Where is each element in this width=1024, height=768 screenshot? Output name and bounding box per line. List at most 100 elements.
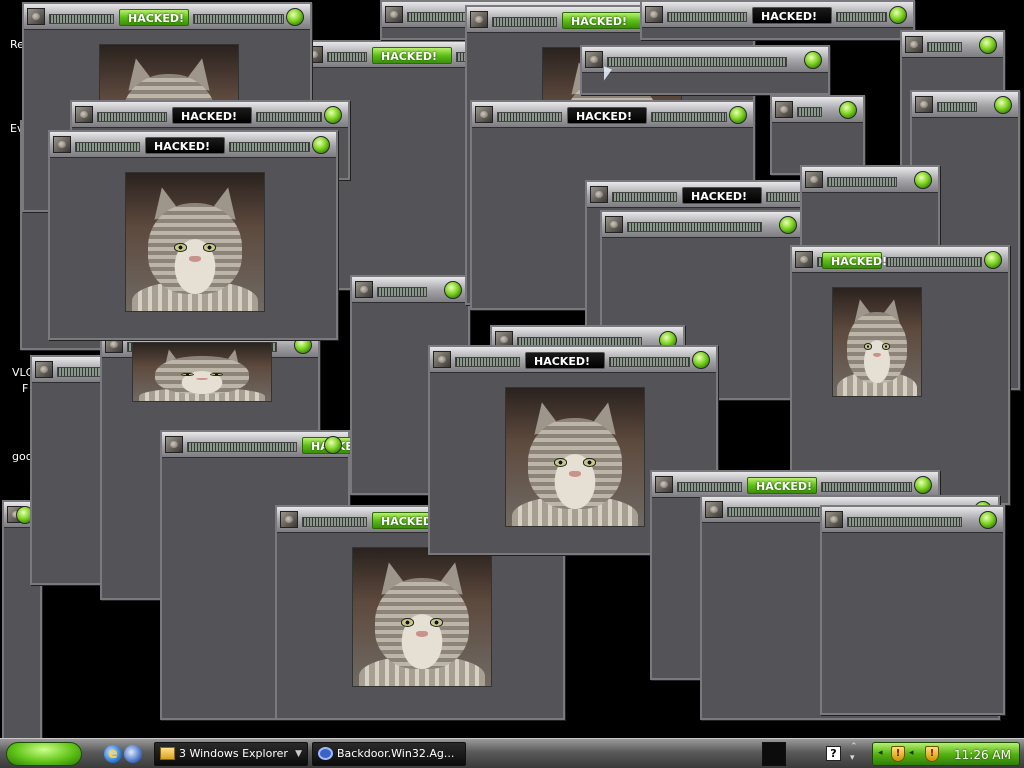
titlebar-grille (827, 177, 897, 187)
tray-expand-icon[interactable]: ◂ (878, 748, 883, 758)
titlebar-grille (627, 222, 762, 232)
close-button[interactable] (979, 511, 997, 529)
cat-window-icon (915, 96, 933, 113)
close-button[interactable] (324, 106, 342, 124)
close-button[interactable] (979, 36, 997, 54)
popup-titlebar[interactable]: HACKED! (792, 247, 1008, 273)
hacked-popup-window[interactable] (580, 45, 830, 95)
popup-titlebar[interactable] (902, 32, 1003, 58)
cat-window-icon (705, 501, 723, 518)
start-button[interactable] (6, 742, 82, 766)
cat-window-icon (385, 6, 403, 23)
cat-window-icon (27, 8, 45, 25)
close-button[interactable] (914, 171, 932, 189)
popup-titlebar[interactable] (582, 47, 828, 73)
popup-titlebar[interactable] (802, 167, 938, 193)
taskbar-button-explorer[interactable]: 3 Windows Explorer ▼ (154, 742, 308, 766)
desktop-icon-label[interactable]: F (22, 382, 28, 395)
popup-titlebar[interactable]: HACKED! (642, 2, 913, 28)
popup-titlebar[interactable]: HACKED! (472, 102, 753, 128)
popup-titlebar[interactable]: HACKED! (72, 102, 348, 128)
cat-eye (181, 372, 195, 377)
close-button[interactable] (729, 106, 747, 124)
titlebar-grille (187, 442, 297, 452)
shield-alert-icon[interactable]: ! (925, 746, 939, 762)
desktop: Re Ev VLC F goo HACKED! HACKED! HACKED! HAC… (0, 0, 1024, 738)
titlebar-grille (302, 517, 367, 527)
popup-titlebar[interactable]: HACKED! (162, 432, 372, 458)
popup-titlebar[interactable] (602, 212, 803, 238)
popup-titlebar[interactable]: HACKED! (24, 4, 310, 30)
titlebar-grille (677, 482, 742, 492)
close-button[interactable] (914, 476, 932, 494)
close-button[interactable] (312, 136, 330, 154)
cat-window-icon (470, 11, 488, 28)
titlebar-grille (327, 52, 367, 62)
internet-explorer-icon[interactable]: e (104, 745, 122, 763)
titlebar-grille (193, 14, 284, 24)
cat-eye (202, 243, 216, 252)
popup-titlebar[interactable]: HACKED! (430, 347, 716, 373)
hacked-title-label: HACKED! (567, 107, 647, 124)
cat-nose (873, 353, 881, 358)
taskbar-button-label: 3 Windows Explorer (179, 747, 288, 760)
cat-head (528, 418, 622, 510)
titlebar-grille (651, 112, 727, 122)
cat-window-icon (53, 136, 71, 153)
cat-eye (863, 343, 873, 350)
cat-eye (429, 618, 443, 627)
popup-titlebar[interactable] (912, 92, 1018, 118)
titlebar-grille (497, 112, 562, 122)
popup-titlebar[interactable] (772, 97, 863, 123)
close-button[interactable] (889, 6, 907, 24)
popup-titlebar[interactable] (822, 507, 1003, 533)
tabby-cat-photo (352, 547, 492, 687)
titlebar-grille (847, 517, 962, 527)
close-button[interactable] (779, 216, 797, 234)
cat-window-icon (355, 281, 373, 298)
close-button[interactable] (994, 96, 1012, 114)
cat-window-icon (433, 351, 451, 368)
cat-eye (209, 372, 223, 377)
cat-head (148, 203, 242, 295)
chevron-down-icon: ▼ (295, 749, 302, 759)
titlebar-grille (609, 357, 690, 367)
popup-titlebar[interactable]: HACKED! (50, 132, 336, 158)
taskbar-button-hidden[interactable] (762, 742, 786, 766)
hacked-popup-window[interactable]: HACKED! (48, 130, 338, 340)
cat-nose (569, 471, 581, 477)
popup-titlebar[interactable] (352, 277, 468, 303)
close-button[interactable] (984, 251, 1002, 269)
cat-window-icon (825, 511, 843, 528)
hacked-title-label: HACKED! (172, 107, 252, 124)
shield-alert-icon[interactable]: ! (891, 746, 905, 762)
cat-head (155, 355, 249, 395)
close-button[interactable] (444, 281, 462, 299)
tray-chevron-icon[interactable]: ⌃ ▾ (850, 742, 858, 764)
hacked-popup-window[interactable]: HACKED! (640, 0, 915, 40)
cat-eye (174, 243, 188, 252)
hacked-popup-window[interactable] (770, 95, 865, 175)
hacked-popup-window[interactable]: HACKED! (790, 245, 1010, 505)
tray-expand-icon[interactable]: ◂ (909, 748, 914, 758)
hacked-title-label: HACKED! (525, 352, 605, 369)
titlebar-grille (97, 112, 167, 122)
close-button[interactable] (692, 351, 710, 369)
titlebar-grille (797, 107, 822, 117)
titlebar-grille (256, 112, 322, 122)
taskbar-button-backdoor[interactable]: Backdoor.Win32.Ag... (312, 742, 466, 766)
cat-head (847, 311, 907, 384)
titlebar-grille (937, 102, 977, 112)
help-icon[interactable]: ? (826, 746, 841, 761)
titlebar-grille (927, 42, 962, 52)
close-button[interactable] (286, 8, 304, 26)
close-button[interactable] (324, 436, 342, 454)
close-button[interactable] (839, 101, 857, 119)
close-button[interactable] (804, 51, 822, 69)
quick-launch-icon[interactable] (124, 745, 142, 763)
cat-window-icon (280, 511, 298, 528)
cat-window-icon (655, 476, 673, 493)
mouse-cursor-icon (604, 66, 612, 84)
hacked-popup-window[interactable] (820, 505, 1005, 715)
titlebar-grille (492, 17, 557, 27)
